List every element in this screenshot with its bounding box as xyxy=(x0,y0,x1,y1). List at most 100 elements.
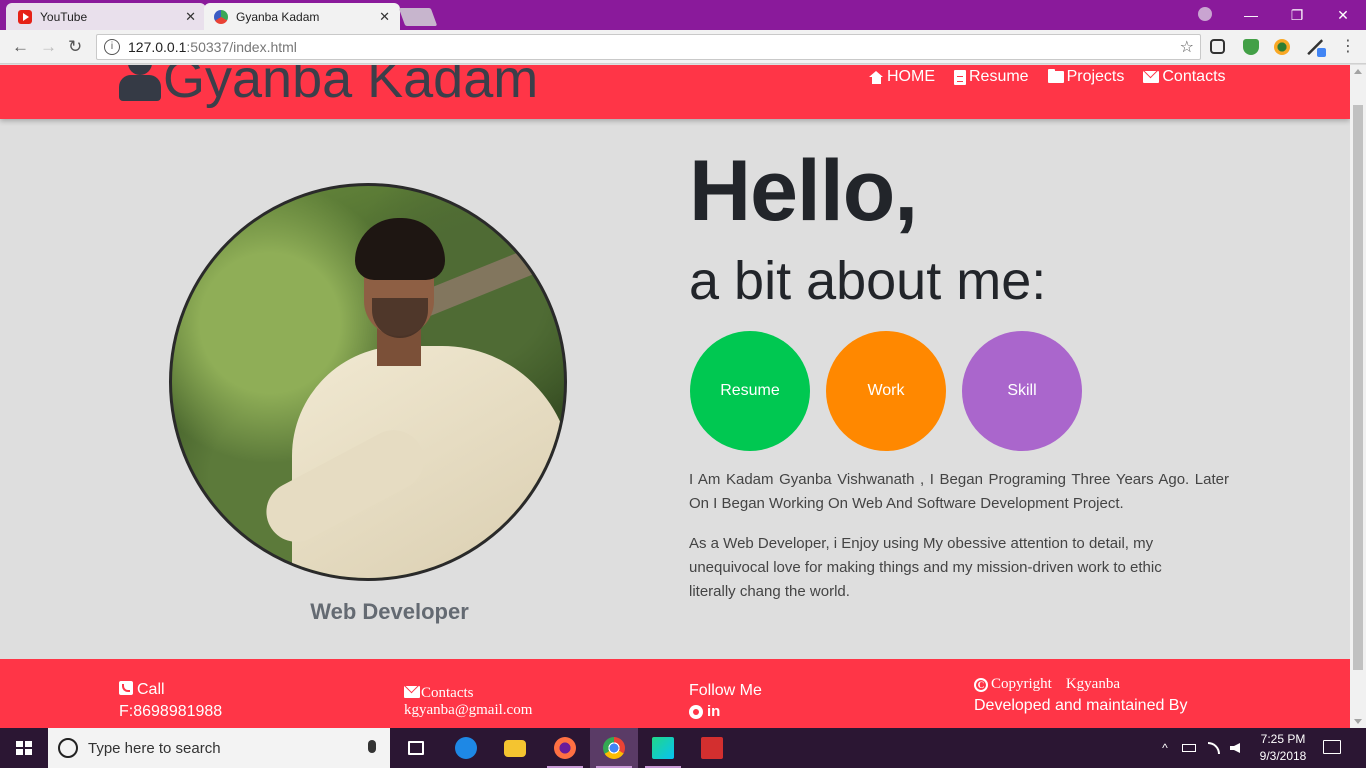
brand[interactable]: Gyanba Kadam xyxy=(119,65,538,113)
scroll-up-arrow-icon[interactable] xyxy=(1354,69,1362,74)
taskbar-webstorm[interactable] xyxy=(639,728,687,768)
window-controls: — ❐ ✕ xyxy=(1228,0,1366,30)
folder-icon xyxy=(504,739,526,757)
nav-home[interactable]: HOME xyxy=(869,68,935,86)
copyright-name: Kgyanba xyxy=(1065,676,1120,692)
nav-label: Contacts xyxy=(1162,68,1226,85)
follow-label: Follow Me xyxy=(689,682,762,699)
linkedin-icon[interactable]: in xyxy=(707,704,720,719)
youtube-icon xyxy=(18,9,32,24)
acrobat-icon xyxy=(701,737,723,759)
tab-title: Gyanba Kadam xyxy=(236,9,320,24)
greeting-heading: Hello, xyxy=(689,143,918,239)
footer-follow: Follow Me in xyxy=(689,679,762,719)
contacts-label: Contacts xyxy=(421,685,474,701)
task-view-icon xyxy=(408,741,424,755)
close-window-button[interactable]: ✕ xyxy=(1320,7,1366,24)
work-button[interactable]: Work xyxy=(826,331,946,451)
maintained-text: Developed and maintained By xyxy=(974,697,1188,714)
tab-title: YouTube xyxy=(40,9,88,24)
clock-time: 7:25 PM xyxy=(1260,732,1306,746)
tab-youtube[interactable]: YouTube ✕ xyxy=(6,3,206,30)
edge-icon xyxy=(455,737,477,759)
battery-icon[interactable] xyxy=(1182,744,1196,752)
new-tab-button[interactable] xyxy=(398,8,438,26)
phone-number[interactable]: F:8698981988 xyxy=(119,701,222,723)
footer-call: Call F:8698981988 xyxy=(119,679,222,723)
url-path: :50337/index.html xyxy=(186,39,297,55)
github-icon[interactable] xyxy=(689,704,703,719)
resume-button[interactable]: Resume xyxy=(690,331,810,451)
clock-date: 9/3/2018 xyxy=(1259,749,1307,763)
forward-button[interactable]: → xyxy=(40,37,57,57)
microphone-icon[interactable] xyxy=(368,740,376,753)
taskbar-acrobat[interactable] xyxy=(688,728,736,768)
url-host: 127.0.0.1 xyxy=(128,39,187,55)
taskbar-file-explorer[interactable] xyxy=(491,728,539,768)
taskbar-search[interactable]: Type here to search xyxy=(48,728,390,768)
about-heading: a bit about me: xyxy=(689,251,1047,311)
bio-paragraph-2: As a Web Developer, i Enjoy using My obe… xyxy=(689,535,1162,600)
reload-button[interactable]: ↻ xyxy=(68,37,82,57)
home-icon xyxy=(869,70,884,84)
tray-chevron-icon[interactable]: ^ xyxy=(1158,741,1172,755)
system-tray: ^ xyxy=(1158,728,1240,768)
back-button[interactable]: ← xyxy=(12,37,29,57)
taskbar-edge[interactable] xyxy=(442,728,490,768)
scroll-down-arrow-icon[interactable] xyxy=(1354,719,1362,724)
tab-gyanba-kadam[interactable]: Gyanba Kadam ✕ xyxy=(204,3,400,30)
page-viewport: Gyanba Kadam HOME Resume Projects Contac… xyxy=(0,65,1350,728)
maximize-button[interactable]: ❐ xyxy=(1274,7,1320,24)
firefox-icon xyxy=(554,737,576,759)
site-footer: Call F:8698981988 Contacts kgyanba@gmail… xyxy=(0,659,1350,728)
bookmark-star-icon[interactable]: ☆ xyxy=(1180,37,1194,57)
page-scrollbar[interactable] xyxy=(1350,65,1366,728)
tab-close-button[interactable]: ✕ xyxy=(379,9,390,25)
shield-extension-icon[interactable] xyxy=(1243,39,1259,55)
nav-label: HOME xyxy=(887,68,935,85)
taskbar-clock[interactable]: 7:25 PM 9/3/2018 xyxy=(1255,731,1311,765)
phone-icon xyxy=(119,681,133,695)
wifi-icon[interactable] xyxy=(1208,742,1220,754)
nav-contacts[interactable]: Contacts xyxy=(1143,68,1226,86)
search-placeholder: Type here to search xyxy=(88,739,221,757)
profile-icon[interactable] xyxy=(1198,7,1212,21)
envelope-icon xyxy=(1143,71,1160,83)
info-icon[interactable]: i xyxy=(104,39,120,55)
nav-resume[interactable]: Resume xyxy=(954,68,1029,86)
site-header: Gyanba Kadam HOME Resume Projects Contac… xyxy=(0,65,1350,119)
volume-icon[interactable] xyxy=(1230,743,1240,753)
email-link[interactable]: kgyanba@gmail.com xyxy=(404,702,532,719)
extension-icon[interactable] xyxy=(1210,39,1225,54)
globe-extension-icon[interactable] xyxy=(1274,39,1290,55)
taskbar-chrome[interactable] xyxy=(590,728,638,768)
copyright-label: Copyright xyxy=(991,676,1052,692)
windows-logo-icon xyxy=(16,741,32,755)
site-icon xyxy=(214,9,228,24)
folder-icon xyxy=(1047,69,1064,83)
nav-projects[interactable]: Projects xyxy=(1047,68,1125,86)
footer-copyright: C Copyright Kgyanba Developed and maintain… xyxy=(974,673,1187,717)
taskbar-firefox[interactable] xyxy=(541,728,589,768)
main-nav: HOME Resume Projects Contacts xyxy=(869,68,1226,86)
action-center-icon[interactable] xyxy=(1323,740,1341,754)
extension-badge-icon xyxy=(1317,48,1326,57)
brand-name: Gyanba Kadam xyxy=(163,65,539,109)
chrome-icon xyxy=(603,737,625,759)
minimize-button[interactable]: — xyxy=(1228,7,1274,23)
windows-taskbar: Type here to search ^ 7:25 PM 9/3/2018 xyxy=(0,728,1366,768)
webstorm-icon xyxy=(652,737,674,759)
address-bar[interactable]: i 127.0.0.1:50337/index.html ☆ xyxy=(96,34,1201,60)
nav-label: Resume xyxy=(969,68,1029,85)
envelope-icon xyxy=(404,686,420,698)
nav-label: Projects xyxy=(1066,68,1125,85)
bio-paragraph-1: I Am Kadam Gyanba Vishwanath , I Began P… xyxy=(689,471,1229,512)
tab-close-button[interactable]: ✕ xyxy=(185,9,196,25)
start-button[interactable] xyxy=(0,728,48,768)
browser-tabstrip: YouTube ✕ Gyanba Kadam ✕ — ❐ ✕ xyxy=(0,0,1366,30)
file-icon xyxy=(954,69,966,85)
menu-icon[interactable]: ⋮ xyxy=(1340,36,1356,56)
scroll-thumb[interactable] xyxy=(1353,105,1363,670)
task-view-button[interactable] xyxy=(392,728,440,768)
skill-button[interactable]: Skill xyxy=(962,331,1082,451)
